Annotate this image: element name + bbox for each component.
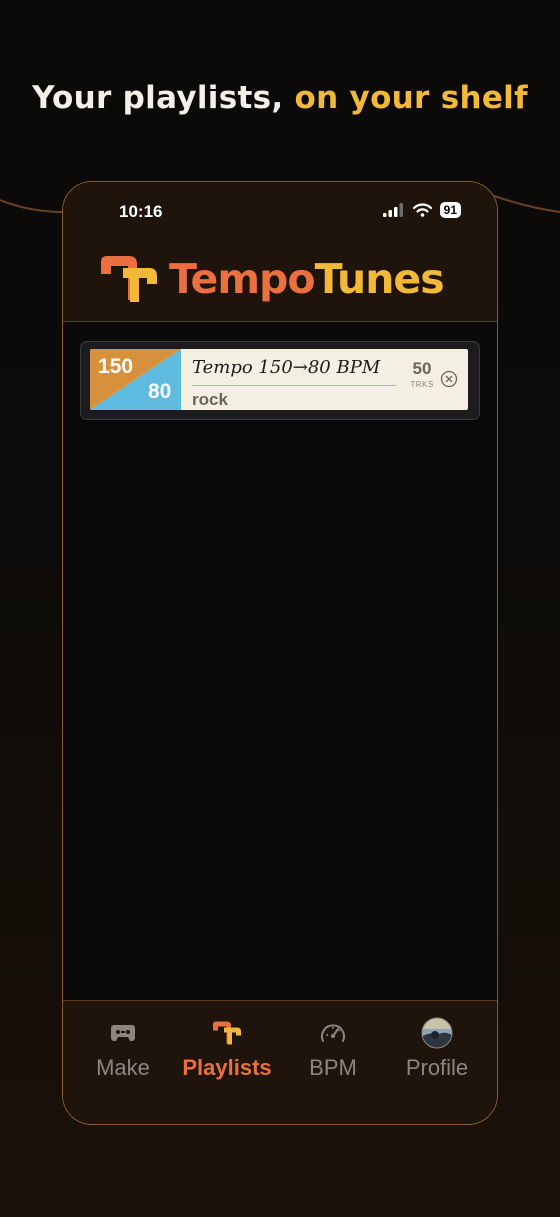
tempotunes-logo-icon — [101, 256, 157, 302]
signal-icon — [382, 203, 403, 217]
battery-icon: 91 — [439, 202, 461, 218]
remove-playlist-icon[interactable] — [440, 370, 458, 388]
app-title-part2: Tunes — [314, 255, 445, 303]
track-count-label: TRKS — [410, 380, 434, 389]
tab-profile[interactable]: Profile — [385, 1017, 489, 1081]
playlist-card[interactable]: 150 80 Tempo 150→80 BPM rock 50 TRKS — [80, 341, 480, 420]
tab-playlists-label: Playlists — [182, 1055, 272, 1080]
tempo-end: 80 — [148, 380, 172, 403]
phone-frame: 10:16 91 TempoTunes 150 80 Tempo 150→80 … — [62, 181, 498, 1125]
playlist-genre: rock — [192, 390, 228, 409]
tempotunes-logo-icon — [213, 1021, 241, 1045]
status-time: 10:16 — [119, 202, 163, 221]
app-title-part1: Tempo — [169, 255, 316, 303]
app-header: 10:16 91 TempoTunes — [63, 182, 497, 322]
tab-make-label: Make — [96, 1055, 150, 1080]
status-icons: 91 — [382, 202, 461, 218]
speedometer-icon — [321, 1024, 345, 1042]
headline-main: Your playlists, — [32, 80, 295, 116]
tab-bpm-label: BPM — [309, 1055, 357, 1080]
cassette-icon — [111, 1025, 135, 1041]
avatar — [421, 1017, 453, 1049]
tab-profile-label: Profile — [405, 1055, 469, 1080]
title-underline — [192, 385, 396, 386]
playlist-label[interactable]: 150 80 Tempo 150→80 BPM rock 50 TRKS — [90, 349, 468, 410]
track-count: 50 — [412, 359, 432, 378]
app-title: TempoTunes — [169, 255, 445, 303]
tab-make[interactable]: Make — [71, 1017, 175, 1081]
headline: Your playlists, on your shelf — [0, 80, 560, 116]
tempo-start: 150 — [98, 355, 134, 378]
playlist-title: Tempo 150→80 BPM — [192, 357, 381, 378]
headline-accent: on your shelf — [294, 80, 528, 116]
tab-playlists[interactable]: Playlists — [175, 1017, 279, 1081]
app-logo: TempoTunes — [99, 254, 445, 304]
tab-bpm[interactable]: BPM — [281, 1017, 385, 1081]
tab-bar: Make Playlists BPM Profile — [63, 1000, 497, 1124]
wifi-icon — [412, 203, 432, 217]
